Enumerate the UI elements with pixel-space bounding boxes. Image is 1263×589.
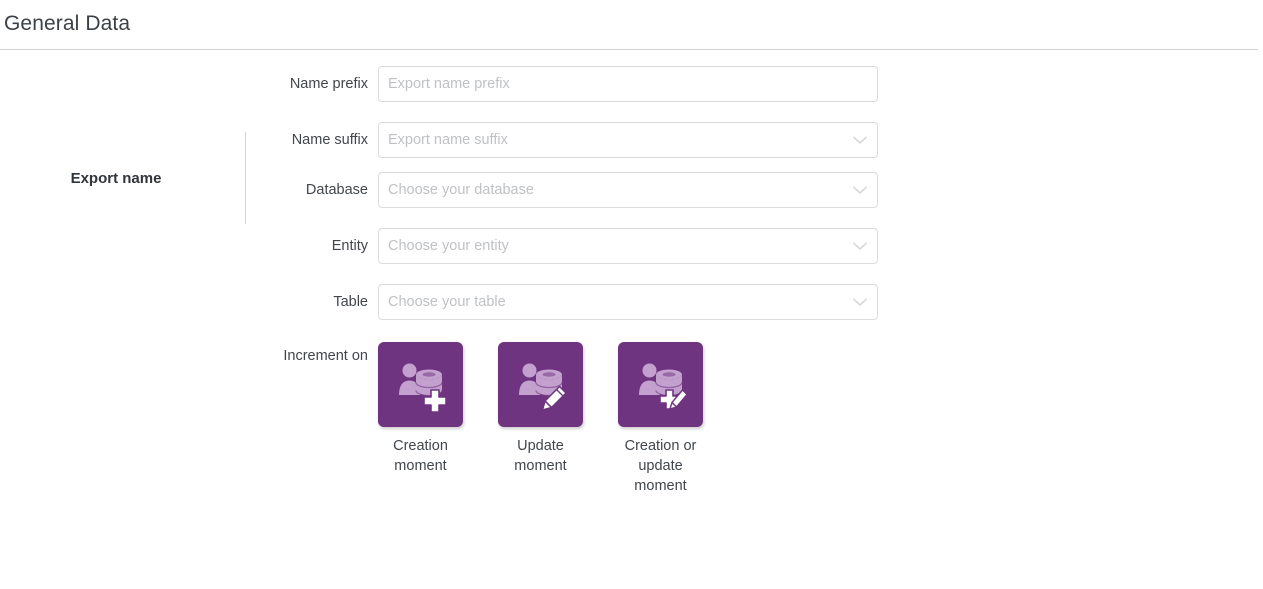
- database-placeholder: Choose your database: [388, 182, 534, 198]
- page-header: General Data: [0, 0, 1263, 44]
- increment-option-creation-moment[interactable]: Creation moment: [378, 342, 463, 496]
- label-table: Table: [333, 294, 368, 310]
- form-row-table: Table Choose your table: [0, 284, 1263, 320]
- entity-placeholder: Choose your entity: [388, 238, 509, 254]
- label-entity: Entity: [331, 238, 368, 254]
- label-increment-on: Increment on: [283, 348, 368, 364]
- user-database-edit-icon: [498, 342, 583, 427]
- entity-select[interactable]: Choose your entity: [378, 228, 878, 264]
- user-database-add-edit-icon: [618, 342, 703, 427]
- increment-on-options: Creation moment Update moment Creation o…: [378, 342, 703, 496]
- increment-option-caption: Update moment: [514, 438, 567, 474]
- section-vertical-divider: [245, 132, 246, 224]
- field-name-suffix: Export name suffix: [378, 122, 878, 158]
- form-row-increment-on: Increment on Creation moment Update mome…: [0, 342, 1263, 496]
- database-select[interactable]: Choose your database: [378, 172, 878, 208]
- increment-option-creation-or-update-moment[interactable]: Creation or update moment: [618, 342, 703, 496]
- form-row-name-suffix: Name suffix Export name suffix: [0, 122, 1263, 158]
- field-entity: Choose your entity: [378, 228, 878, 264]
- increment-option-caption: Creation or update moment: [624, 438, 697, 494]
- label-name-suffix: Name suffix: [291, 132, 368, 148]
- name-suffix-select[interactable]: Export name suffix: [378, 122, 878, 158]
- table-select[interactable]: Choose your table: [378, 284, 878, 320]
- page-title: General Data: [4, 12, 131, 35]
- name-prefix-input[interactable]: [378, 66, 878, 102]
- form-rows: Name prefix Name suffix Export name suff…: [0, 66, 1263, 496]
- label-name-prefix: Name prefix: [289, 76, 368, 92]
- name-suffix-placeholder: Export name suffix: [388, 132, 508, 148]
- form-row-name-prefix: Name prefix: [0, 66, 1263, 102]
- general-data-form: Export name Name prefix Name suffix Expo…: [0, 50, 1263, 496]
- form-row-entity: Entity Choose your entity: [0, 228, 1263, 264]
- increment-option-caption: Creation moment: [393, 438, 448, 474]
- field-table: Choose your table: [378, 284, 878, 320]
- user-database-add-icon: [378, 342, 463, 427]
- table-placeholder: Choose your table: [388, 294, 506, 310]
- increment-option-update-moment[interactable]: Update moment: [498, 342, 583, 496]
- export-name-section-title: Export name: [70, 170, 162, 187]
- field-database: Choose your database: [378, 172, 878, 208]
- field-name-prefix: [378, 66, 878, 102]
